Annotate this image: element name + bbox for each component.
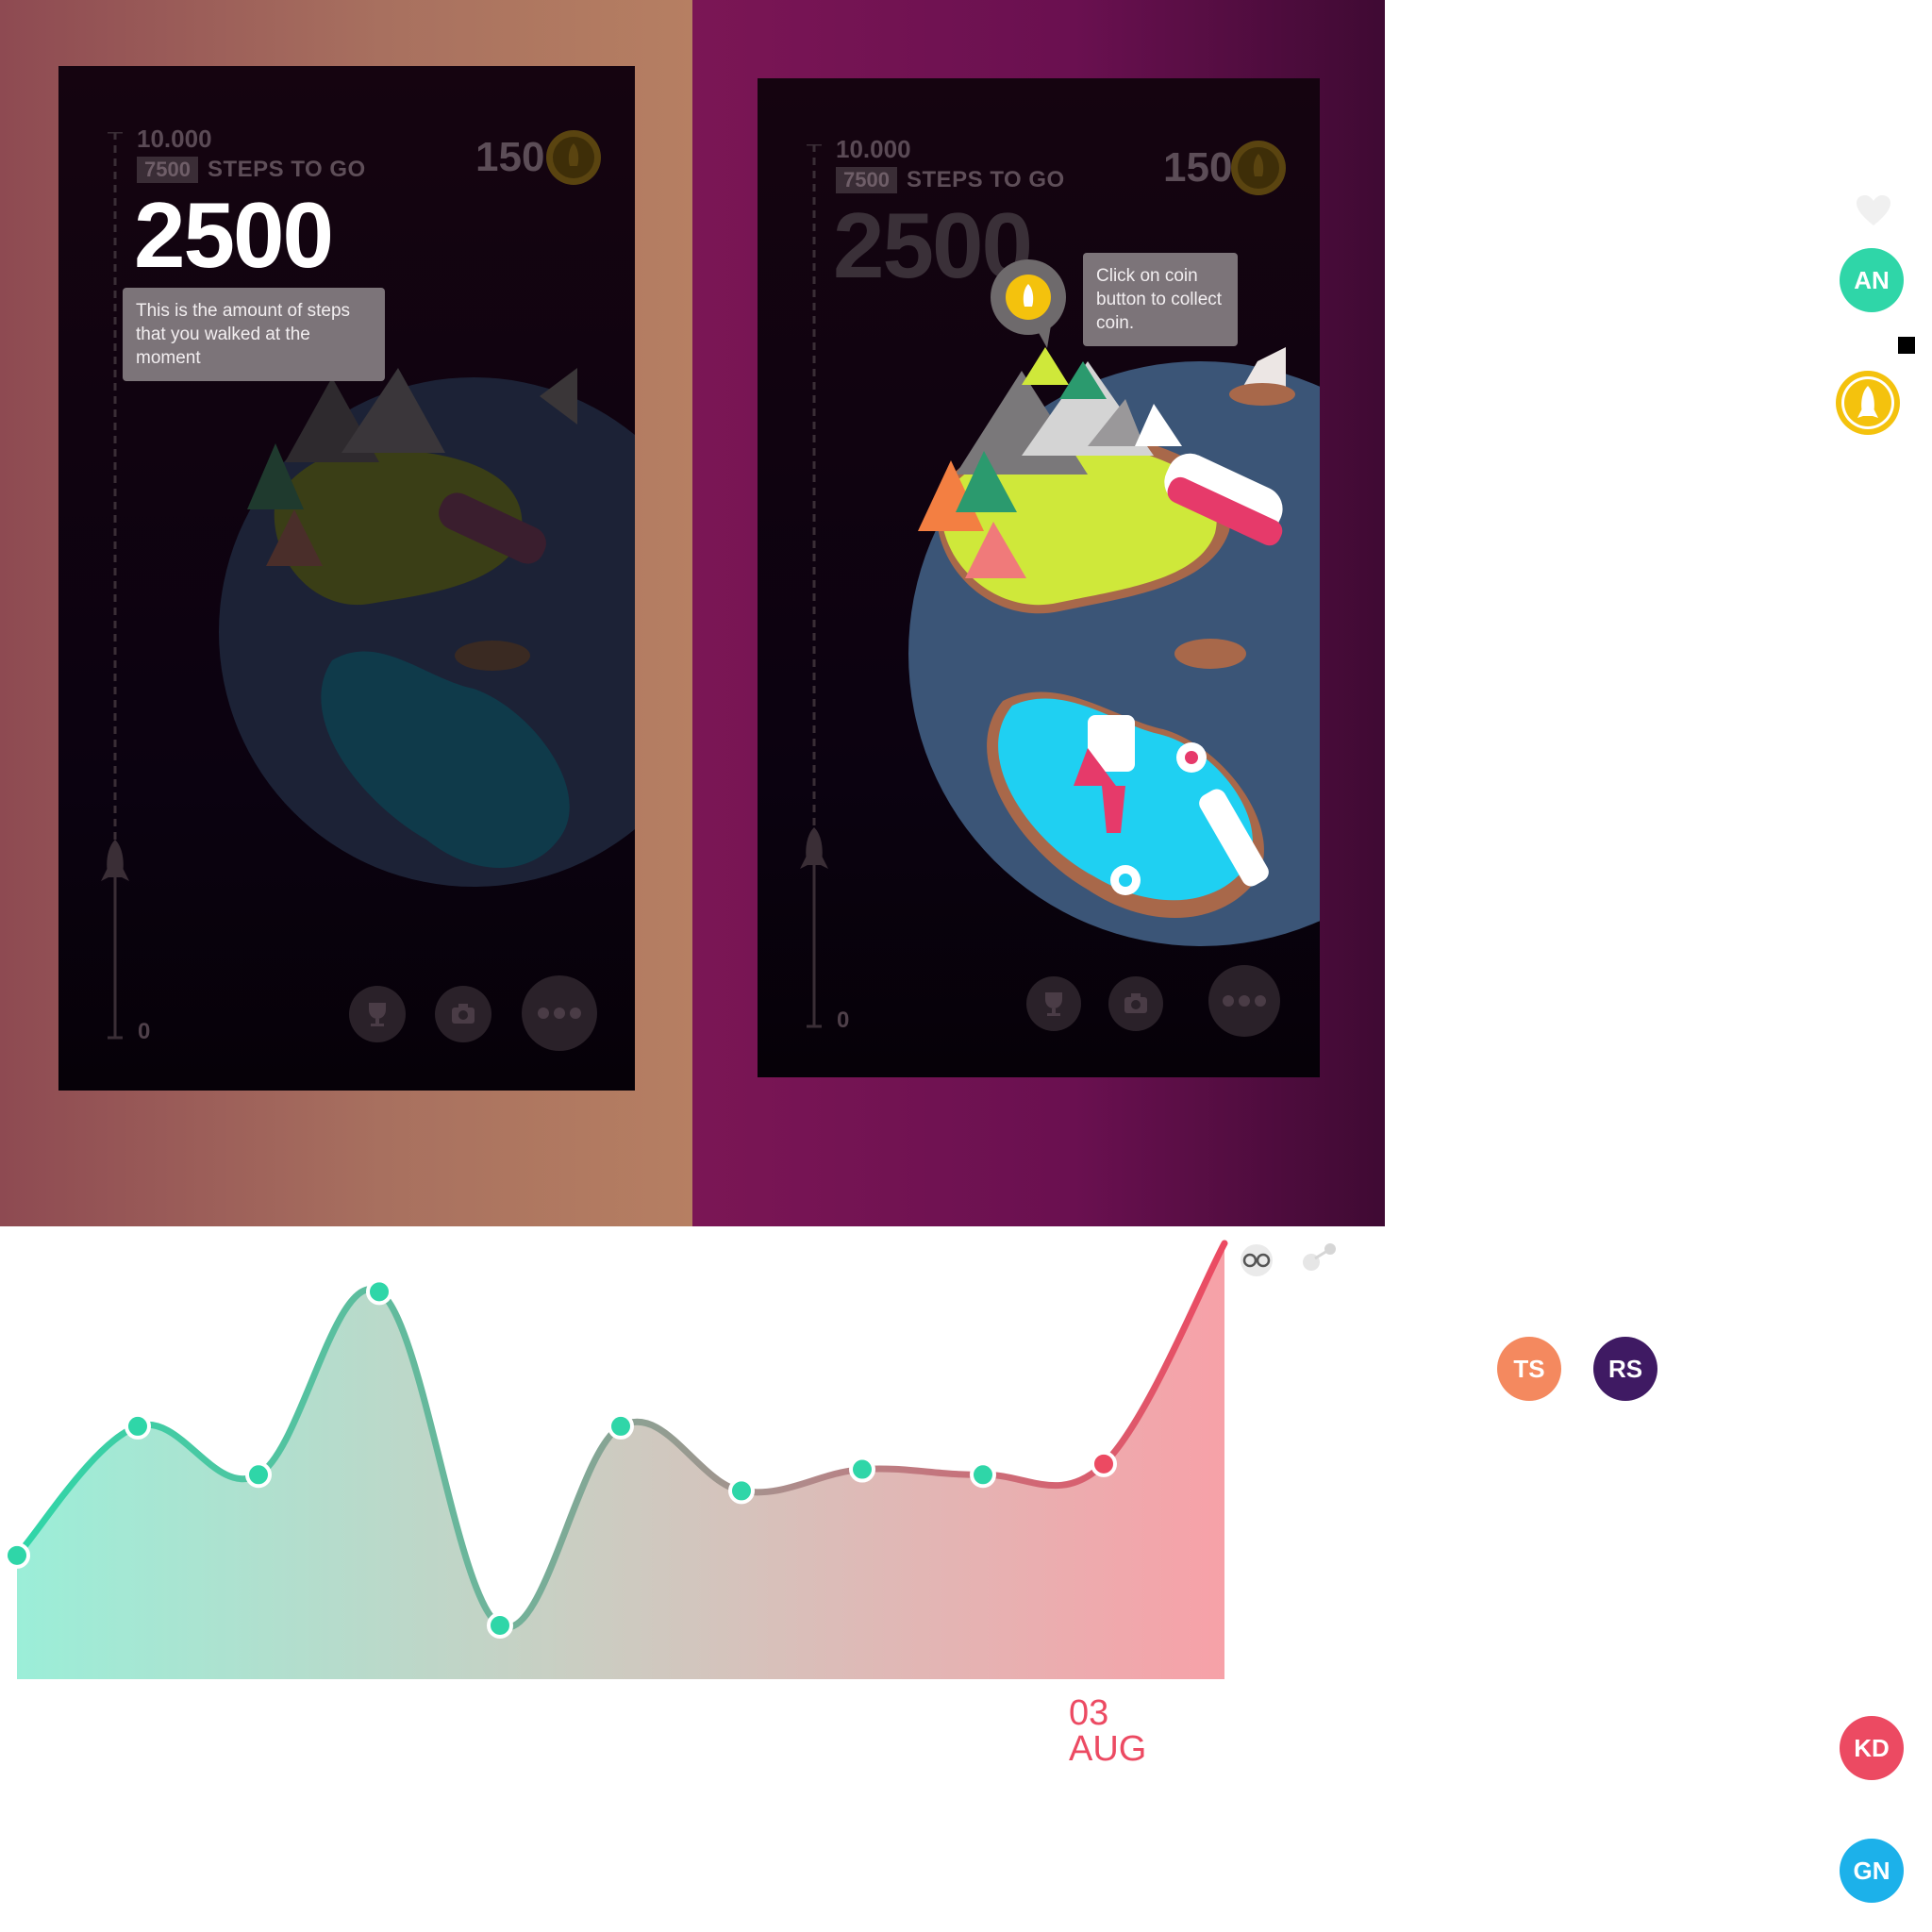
area-chart [4, 1240, 1228, 1679]
chart-point[interactable] [4, 1541, 30, 1569]
highlight-date: 03 AUG [1069, 1695, 1146, 1767]
coin-icon[interactable] [1229, 139, 1288, 197]
coin-icon[interactable] [1834, 369, 1902, 437]
steps-to-go: 7500 STEPS TO GO [836, 167, 1065, 193]
avatar-initials: GN [1853, 1856, 1890, 1885]
highlight-date-day: 03 [1069, 1693, 1109, 1733]
more-icon [1223, 995, 1266, 1007]
avatar-gn[interactable]: GN [1840, 1839, 1904, 1903]
phone-screen-left: 10.000 7500 STEPS TO GO 2500 0 150 This … [58, 66, 635, 1091]
steps-to-go-label: STEPS TO GO [207, 157, 366, 182]
coin-icon[interactable] [544, 128, 603, 187]
planet-illustration [908, 347, 1320, 946]
more-button[interactable] [522, 975, 597, 1051]
avatar-initials: AN [1854, 265, 1890, 294]
chart-point[interactable] [366, 1278, 392, 1306]
steps-to-go-value: 7500 [836, 167, 897, 193]
more-button[interactable] [1208, 965, 1280, 1037]
steps-count: 2500 [134, 183, 334, 287]
rocket-icon [800, 827, 828, 869]
highlight-date-month: AUG [1069, 1729, 1147, 1769]
chart-point[interactable] [728, 1477, 755, 1505]
camera-button[interactable] [435, 986, 491, 1042]
ruler-zero: 0 [138, 1019, 151, 1044]
chart-point[interactable] [608, 1412, 634, 1440]
rocket-icon [101, 840, 129, 881]
avatar-kd[interactable]: KD [1840, 1716, 1904, 1780]
steps-to-go-label: STEPS TO GO [906, 167, 1065, 192]
planet-illustration [219, 368, 635, 887]
avatar-initials: TS [1513, 1354, 1545, 1383]
trophy-icon [1045, 992, 1062, 1016]
goal-steps: 10.000 [836, 135, 911, 163]
trophy-icon [369, 1003, 386, 1026]
phone-screen-right: 10.000 7500 STEPS TO GO 2500 0 150 Click… [758, 78, 1320, 1077]
tooltip-coin: Click on coin button to collect coin. [1083, 253, 1238, 346]
goal-steps: 10.000 [137, 125, 212, 153]
chart-point[interactable] [125, 1412, 151, 1440]
avatar-initials: KD [1854, 1733, 1890, 1762]
chart-point[interactable] [849, 1456, 875, 1483]
more-icon [538, 1008, 581, 1019]
chart-point-highlighted[interactable] [1091, 1450, 1117, 1477]
chart-point[interactable] [970, 1461, 996, 1489]
heart-icon[interactable] [1855, 193, 1892, 227]
tooltip-steps: This is the amount of steps that you wal… [123, 288, 385, 381]
coin-count: 150 [475, 134, 545, 180]
coin-count: 150 [1163, 144, 1233, 191]
camera-icon [1124, 993, 1147, 1013]
ruler-zero: 0 [837, 1008, 850, 1033]
avatar-ts[interactable]: TS [1497, 1337, 1561, 1401]
steps-to-go: 7500 STEPS TO GO [137, 157, 366, 183]
share-icon[interactable] [1302, 1241, 1340, 1279]
steps-to-go-value: 7500 [137, 157, 198, 183]
camera-button[interactable] [1108, 976, 1163, 1031]
chart-point[interactable] [487, 1611, 513, 1639]
avatar-an[interactable]: AN [1840, 248, 1904, 312]
trophy-button[interactable] [349, 986, 406, 1042]
chart-point[interactable] [245, 1461, 272, 1489]
avatar-rs[interactable]: RS [1593, 1337, 1657, 1401]
avatar-initials: RS [1607, 1354, 1643, 1383]
coin-button[interactable] [989, 258, 1074, 352]
step-ruler [108, 132, 123, 1040]
step-ruler [807, 144, 822, 1028]
black-square-marker [1898, 337, 1915, 354]
camera-icon [452, 1004, 475, 1024]
trophy-button[interactable] [1026, 976, 1081, 1031]
chart-area-fill [17, 1243, 1224, 1679]
